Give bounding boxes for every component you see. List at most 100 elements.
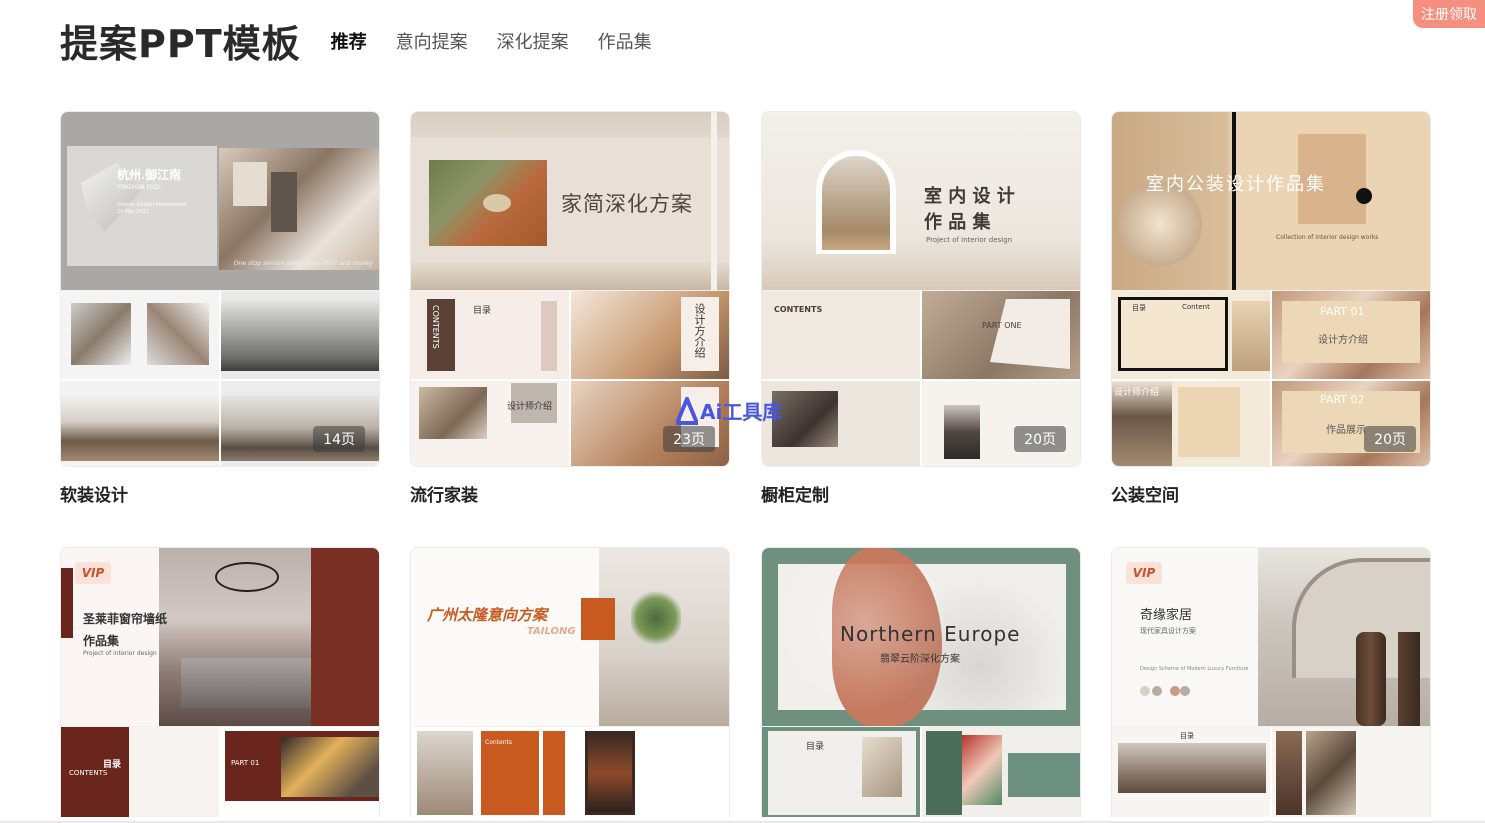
slide-toc: 目录 bbox=[1132, 304, 1146, 312]
preview-slide bbox=[221, 291, 379, 379]
page-count-badge: 20页 bbox=[1364, 426, 1416, 452]
template-thumbnail[interactable]: VIP 圣莱菲窗帘墙纸 作品集 Project of interior desi… bbox=[60, 547, 380, 817]
preview-slides: 目录 CONTENTS PART 01 bbox=[61, 727, 379, 817]
triangle-logo-icon bbox=[676, 396, 698, 425]
preview-slide bbox=[61, 380, 219, 466]
card-title[interactable]: 橱柜定制 bbox=[761, 481, 1081, 506]
preview-slide: 设计方介绍 bbox=[571, 291, 729, 379]
cover-subtitle: YINGHUA FUDI bbox=[117, 184, 161, 191]
cover-title: 圣莱菲窗帘墙纸 bbox=[83, 612, 168, 626]
cover-title: 家简深化方案 bbox=[561, 192, 693, 216]
slide-part-2: PART 02 bbox=[1320, 392, 1365, 406]
preview-slide: 设计师介绍 bbox=[1112, 380, 1270, 466]
template-card-cabinet-custom[interactable]: 室 内 设 计 作 品 集 Project of interior design… bbox=[761, 111, 1081, 506]
template-thumbnail[interactable]: Northern Europe 翡翠云阶深化方案 目录 bbox=[761, 547, 1081, 817]
vip-badge: VIP bbox=[75, 562, 111, 584]
template-card-curtain-wallpaper[interactable]: VIP 圣莱菲窗帘墙纸 作品集 Project of interior desi… bbox=[60, 547, 380, 817]
card-title[interactable]: 公装空间 bbox=[1111, 481, 1431, 506]
template-card-commercial-space[interactable]: 室内公装设计作品集 Collection of interior design … bbox=[1111, 111, 1431, 506]
cover-title: 奇缘家居 bbox=[1140, 608, 1193, 623]
preview-slide bbox=[571, 727, 729, 817]
slide-contents: CONTENTS bbox=[774, 305, 823, 314]
page-title: 提案PPT模板 bbox=[60, 21, 301, 66]
preview-slide bbox=[922, 727, 1080, 817]
cover-title: 室内公装设计作品集 bbox=[1146, 174, 1326, 195]
watermark-text: Ai工具库 bbox=[700, 400, 783, 424]
slide-toc: 目录 bbox=[473, 306, 492, 316]
template-thumbnail[interactable]: 室 内 设 计 作 品 集 Project of interior design… bbox=[761, 111, 1081, 467]
cover-slide: Northern Europe 翡翠云阶深化方案 bbox=[762, 548, 1080, 726]
cover-title: 杭州.御江南 bbox=[117, 168, 182, 182]
preview-slides: Contents bbox=[411, 727, 729, 817]
register-claim-button[interactable]: 注册领取 bbox=[1413, 0, 1485, 28]
cover-title-2: 作 品 集 bbox=[924, 212, 991, 233]
page-count-badge: 23页 bbox=[663, 426, 715, 452]
preview-slide: PART ONE bbox=[922, 291, 1080, 379]
tab-deep-proposal[interactable]: 深化提案 bbox=[497, 28, 569, 54]
slide-content: Content bbox=[1182, 303, 1210, 311]
page-header: 提案PPT模板 推荐 意向提案 深化提案 作品集 bbox=[60, 14, 652, 66]
preview-slide: CONTENTS bbox=[762, 291, 920, 379]
slide-contents: Contents bbox=[485, 739, 512, 746]
category-tabs: 推荐 意向提案 深化提案 作品集 bbox=[331, 26, 652, 54]
slide-contents: CONTENTS bbox=[69, 769, 108, 777]
template-card-popular-home[interactable]: 家简深化方案 CONTENTS 目录 设计方介绍 设计师介绍 23页 流行家装 bbox=[410, 111, 730, 506]
template-thumbnail[interactable]: 广州太隆意向方案 TAILONG Contents bbox=[410, 547, 730, 817]
cover-title: 广州太隆意向方案 bbox=[427, 606, 548, 624]
cover-slide: 家简深化方案 bbox=[411, 112, 729, 290]
slide-toc: 目录 bbox=[806, 742, 825, 752]
preview-slide: PART 01 设计方介绍 bbox=[1272, 291, 1430, 379]
cover-subtitle: Project of interior design bbox=[926, 236, 1013, 244]
preview-slides: 目录 bbox=[1112, 727, 1430, 817]
cover-slogan: One stop service saves time effort and m… bbox=[233, 260, 373, 267]
cover-subtitle: 现代家具设计方案 bbox=[1140, 627, 1196, 635]
slide-part-1: PART 01 bbox=[1320, 305, 1365, 318]
preview-slide: 设计师介绍 bbox=[411, 380, 569, 466]
slide-method: 设计方介绍 bbox=[1318, 335, 1368, 346]
slide-contents: CONTENTS bbox=[431, 305, 440, 349]
template-card-soft-furnishing[interactable]: 杭州.御江南 YINGHUA FUDI Interior Design Pres… bbox=[60, 111, 380, 506]
preview-slides: 目录 bbox=[762, 727, 1080, 817]
cover-slide: VIP 奇缘家居 现代家具设计方案 Design Scheme of Moder… bbox=[1112, 548, 1430, 726]
slide-show: 作品展示 bbox=[1326, 424, 1366, 436]
slide-part: PART 01 bbox=[231, 759, 260, 767]
template-thumbnail[interactable]: VIP 奇缘家居 现代家具设计方案 Design Scheme of Moder… bbox=[1111, 547, 1431, 817]
cover-title-2: 作品集 bbox=[83, 634, 120, 648]
tab-portfolio[interactable]: 作品集 bbox=[598, 28, 652, 54]
preview-slide bbox=[1272, 727, 1430, 817]
template-card-northern-europe[interactable]: Northern Europe 翡翠云阶深化方案 目录 bbox=[761, 547, 1081, 817]
card-title[interactable]: 流行家装 bbox=[410, 481, 730, 506]
slide-part: PART ONE bbox=[982, 321, 1022, 330]
preview-slide: 目录 bbox=[762, 727, 920, 817]
slide-toc: 目录 bbox=[1180, 732, 1194, 740]
slide-designer: 设计师介绍 bbox=[507, 401, 553, 412]
cover-date: 25 Mar 2021 bbox=[117, 209, 149, 215]
preview-slide: CONTENTS 目录 bbox=[411, 291, 569, 379]
cover-title: Northern Europe bbox=[840, 622, 1021, 646]
slide-designer: 设计师介绍 bbox=[1114, 387, 1160, 398]
template-card-tailong[interactable]: 广州太隆意向方案 TAILONG Contents bbox=[410, 547, 730, 817]
slide-vertical-title: 设计方介绍 bbox=[693, 303, 706, 358]
page-count-badge: 14页 bbox=[313, 426, 365, 452]
preview-slide bbox=[61, 291, 219, 379]
tab-recommend[interactable]: 推荐 bbox=[331, 28, 367, 54]
cover-slide: VIP 圣莱菲窗帘墙纸 作品集 Project of interior desi… bbox=[61, 548, 379, 726]
template-card-qiyuan-furniture[interactable]: VIP 奇缘家居 现代家具设计方案 Design Scheme of Moder… bbox=[1111, 547, 1431, 817]
card-title[interactable]: 软装设计 bbox=[60, 481, 380, 506]
ai-tool-watermark: Ai工具库 bbox=[676, 396, 782, 425]
cover-slide: 室 内 设 计 作 品 集 Project of interior design bbox=[762, 112, 1080, 290]
preview-slide: 目录 CONTENTS bbox=[61, 727, 219, 817]
template-thumbnail[interactable]: 杭州.御江南 YINGHUA FUDI Interior Design Pres… bbox=[60, 111, 380, 467]
cover-slide: 杭州.御江南 YINGHUA FUDI Interior Design Pres… bbox=[61, 112, 379, 290]
template-thumbnail[interactable]: 室内公装设计作品集 Collection of interior design … bbox=[1111, 111, 1431, 467]
cover-subtitle: 翡翠云阶深化方案 bbox=[880, 654, 960, 665]
cover-subtitle-2: Interior Design Presentation bbox=[117, 202, 188, 208]
preview-slide bbox=[221, 380, 379, 466]
preview-slide bbox=[922, 380, 1080, 466]
tab-intent-proposal[interactable]: 意向提案 bbox=[396, 28, 468, 54]
preview-slide: Contents bbox=[411, 727, 569, 817]
cover-slide: 室内公装设计作品集 Collection of interior design … bbox=[1112, 112, 1430, 290]
cover-slide: 广州太隆意向方案 TAILONG bbox=[411, 548, 729, 726]
cover-title: 室 内 设 计 bbox=[924, 186, 1015, 207]
cover-subtitle: Project of interior design bbox=[83, 650, 157, 657]
